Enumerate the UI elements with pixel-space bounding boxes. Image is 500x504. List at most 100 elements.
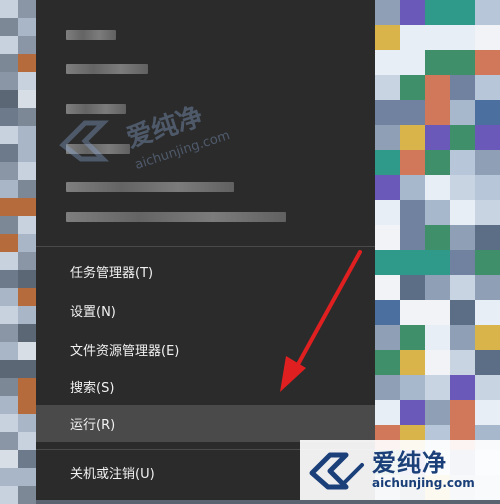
desktop-pixel xyxy=(450,350,475,375)
desktop-pixel xyxy=(400,225,425,250)
desktop-pixel xyxy=(375,200,400,225)
desktop-pixel xyxy=(450,250,475,275)
menu-item-file-explorer[interactable]: 文件资源管理器(E) xyxy=(36,331,375,368)
desktop-pixel xyxy=(450,400,475,425)
desktop-pixel xyxy=(475,100,500,125)
desktop-pixel xyxy=(18,198,36,216)
desktop-pixel xyxy=(475,0,500,25)
desktop-pixel xyxy=(18,126,36,144)
desktop-pixel xyxy=(400,400,425,425)
desktop-pixel xyxy=(400,175,425,200)
desktop-pixel xyxy=(475,375,500,400)
desktop-pixel xyxy=(475,275,500,300)
desktop-pixel xyxy=(450,325,475,350)
desktop-pixel xyxy=(425,25,450,50)
desktop-pixel xyxy=(18,144,36,162)
desktop-background-right xyxy=(375,0,500,500)
desktop-pixel xyxy=(0,72,18,90)
desktop-pixel xyxy=(450,100,475,125)
desktop-pixel xyxy=(375,325,400,350)
desktop-pixel xyxy=(0,108,18,126)
desktop-pixel xyxy=(18,450,36,468)
desktop-pixel xyxy=(400,0,425,25)
desktop-pixel xyxy=(400,125,425,150)
desktop-pixel xyxy=(400,350,425,375)
desktop-pixel xyxy=(18,180,36,198)
desktop-pixel xyxy=(425,400,450,425)
desktop-pixel xyxy=(450,0,475,25)
desktop-pixel xyxy=(18,306,36,324)
desktop-pixel xyxy=(425,125,450,150)
menu-item-search[interactable]: 搜索(S) xyxy=(36,368,375,405)
desktop-pixel xyxy=(18,0,36,18)
blurred-item xyxy=(66,182,234,192)
watermark-cn-text: 爱纯净 xyxy=(372,449,447,477)
desktop-pixel xyxy=(375,250,400,275)
desktop-pixel xyxy=(475,200,500,225)
menu-item-run[interactable]: 运行(R) xyxy=(36,405,375,442)
desktop-pixel xyxy=(0,468,18,486)
desktop-pixel xyxy=(450,225,475,250)
desktop-pixel xyxy=(375,375,400,400)
desktop-pixel xyxy=(425,175,450,200)
desktop-pixel xyxy=(18,252,36,270)
desktop-pixel xyxy=(425,200,450,225)
desktop-pixel xyxy=(450,275,475,300)
desktop-pixel xyxy=(0,0,18,18)
desktop-pixel xyxy=(375,175,400,200)
desktop-pixel xyxy=(375,225,400,250)
desktop-pixel xyxy=(0,18,18,36)
desktop-pixel xyxy=(400,25,425,50)
desktop-pixel xyxy=(425,150,450,175)
blurred-item xyxy=(66,30,116,40)
desktop-pixel xyxy=(0,90,18,108)
desktop-pixel xyxy=(18,432,36,450)
desktop-pixel xyxy=(0,162,18,180)
desktop-background-left xyxy=(0,0,36,504)
desktop-pixel xyxy=(18,342,36,360)
blurred-item xyxy=(66,212,286,222)
watermark-en-text: aichunjing.com xyxy=(372,476,475,490)
desktop-pixel xyxy=(18,396,36,414)
desktop-pixel xyxy=(0,126,18,144)
desktop-pixel xyxy=(475,225,500,250)
site-watermark: 爱纯净 aichunjing.com xyxy=(300,440,500,500)
desktop-pixel xyxy=(0,306,18,324)
desktop-pixel xyxy=(450,150,475,175)
desktop-pixel xyxy=(450,300,475,325)
desktop-pixel xyxy=(475,250,500,275)
desktop-pixel xyxy=(450,200,475,225)
desktop-pixel xyxy=(375,125,400,150)
desktop-pixel xyxy=(375,275,400,300)
desktop-pixel xyxy=(18,414,36,432)
desktop-pixel xyxy=(0,432,18,450)
desktop-pixel xyxy=(425,0,450,25)
desktop-pixel xyxy=(0,216,18,234)
desktop-pixel xyxy=(0,360,18,378)
menu-item-task-manager[interactable]: 任务管理器(T) xyxy=(36,253,375,290)
desktop-pixel xyxy=(18,288,36,306)
desktop-pixel xyxy=(425,50,450,75)
desktop-pixel xyxy=(0,252,18,270)
desktop-pixel xyxy=(400,150,425,175)
desktop-pixel xyxy=(0,198,18,216)
desktop-pixel xyxy=(0,486,18,504)
desktop-pixel xyxy=(450,375,475,400)
desktop-pixel xyxy=(475,300,500,325)
desktop-pixel xyxy=(475,150,500,175)
desktop-pixel xyxy=(475,125,500,150)
desktop-pixel xyxy=(450,50,475,75)
desktop-pixel xyxy=(400,375,425,400)
menu-item-label: 搜索(S) xyxy=(70,381,115,396)
desktop-pixel xyxy=(375,400,400,425)
desktop-pixel xyxy=(400,200,425,225)
menu-item-label: 任务管理器(T) xyxy=(70,266,154,281)
desktop-pixel xyxy=(0,450,18,468)
desktop-pixel xyxy=(18,216,36,234)
desktop-pixel xyxy=(425,375,450,400)
menu-item-settings[interactable]: 设置(N) xyxy=(36,292,375,329)
desktop-pixel xyxy=(0,180,18,198)
watermark-logo-icon xyxy=(309,452,364,490)
desktop-pixel xyxy=(425,275,450,300)
desktop-pixel xyxy=(0,288,18,306)
